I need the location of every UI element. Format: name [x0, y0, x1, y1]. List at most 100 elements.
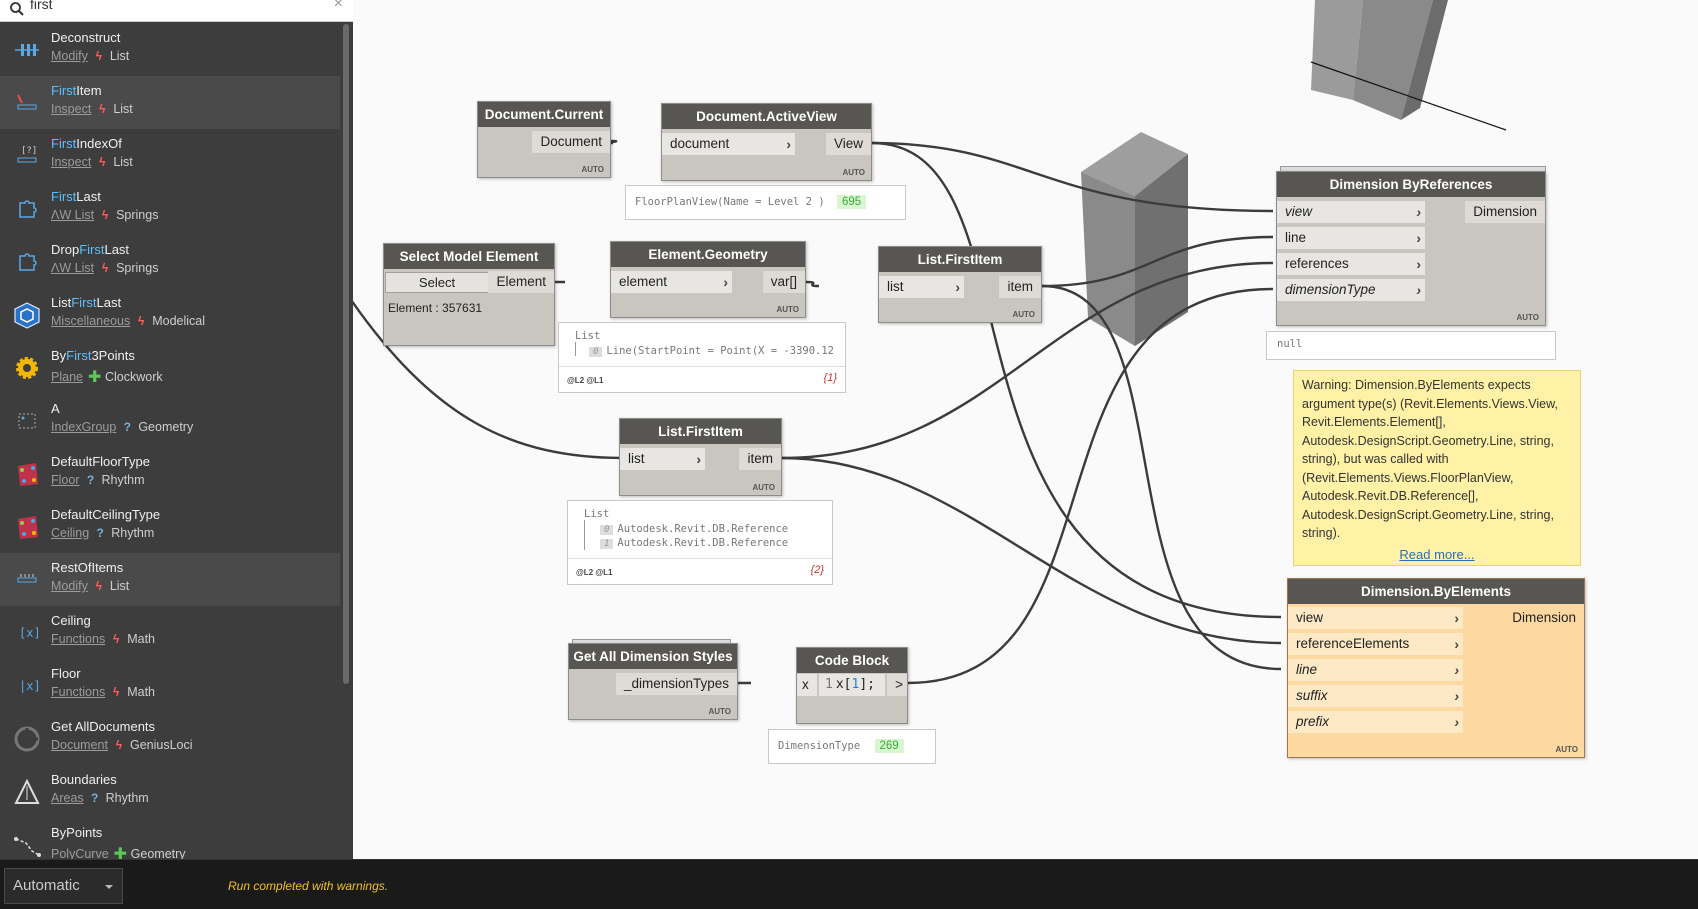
deconstruct-icon [12, 36, 42, 64]
name-suffix: IndexOf [76, 136, 122, 151]
node-dimension-byelements[interactable]: Dimension.ByElements view › referenceElem… [1287, 578, 1585, 758]
create-type-icon: ✚ [113, 846, 128, 859]
library-item-category[interactable]: Miscellaneous [51, 314, 130, 328]
select-button[interactable]: Select [385, 272, 489, 293]
math-ceiling-icon: [x] [12, 619, 42, 647]
name-suffix: Last [104, 242, 130, 257]
input-port-document[interactable]: document › [662, 133, 795, 155]
library-item[interactable]: [x] Ceiling Functions ϟ Math [0, 606, 340, 659]
library-item[interactable]: FirstItem Inspect ϟ List [0, 76, 340, 129]
library-item-category[interactable]: Inspect [51, 155, 91, 169]
library-item-category[interactable]: Floor [51, 473, 79, 487]
library-item-category[interactable]: Modify [51, 579, 88, 593]
library-item-category[interactable]: Areas [51, 791, 84, 805]
clear-search-icon[interactable]: × [334, 0, 343, 13]
lacing-label: AUTO [752, 483, 775, 492]
output-port-document[interactable]: Document [532, 131, 610, 153]
input-port-referenceelements[interactable]: referenceElements › [1288, 633, 1463, 655]
output-port-element[interactable]: Element [488, 271, 554, 293]
math-floor-icon: |x] [12, 672, 42, 700]
library-item-category[interactable]: PolyCurve [51, 847, 109, 859]
library-item-name: DefaultCeilingType [51, 507, 160, 522]
library-item[interactable]: [?] FirstIndexOf Inspect ϟ List [0, 129, 340, 182]
library-item[interactable]: DropFirstLast ΛW List ϟ Springs [0, 235, 340, 288]
output-port-item[interactable]: item [999, 276, 1041, 298]
output-port-var[interactable]: var[] [762, 271, 805, 293]
output-port-dimensiontypes[interactable]: _dimensionTypes [615, 673, 737, 695]
input-port-dimensiontype[interactable]: dimensionType › [1277, 279, 1425, 301]
library-scrollbar[interactable] [343, 24, 349, 684]
input-port-suffix[interactable]: suffix › [1288, 685, 1463, 707]
run-mode-dropdown[interactable]: Automatic [4, 868, 123, 904]
name-suffix: RestOfItems [51, 560, 124, 575]
library-item-category[interactable]: IndexGroup [51, 420, 116, 434]
input-port-line[interactable]: line › [1288, 659, 1463, 681]
library-item-category[interactable]: Plane [51, 370, 83, 384]
code-editor[interactable]: 1 x[1]; [819, 674, 885, 696]
node-code-block[interactable]: Code Block x 1 x[1]; > [796, 647, 908, 724]
node-document-current[interactable]: Document.Current Document AUTO [477, 101, 611, 178]
port-label: view [1285, 204, 1313, 219]
node-document-activeview[interactable]: Document.ActiveView document › View AUTO [661, 103, 872, 181]
library-item-category[interactable]: Functions [51, 632, 105, 646]
library-item-category[interactable]: Functions [51, 685, 105, 699]
search-bar[interactable]: first × [0, 0, 353, 22]
library-item-name: ListFirstLast [51, 295, 121, 310]
library-item[interactable]: ByFirst3Points Plane ✚ Clockwork [0, 341, 340, 394]
input-port-view[interactable]: view › [1288, 607, 1463, 629]
output-port-code[interactable]: > [887, 674, 907, 696]
output-port-item[interactable]: item [739, 448, 781, 470]
read-more-link[interactable]: Read more... [1294, 546, 1580, 565]
library-item[interactable]: Get AllDocuments Document ϟ GeniusLoci [0, 712, 340, 765]
input-port-list[interactable]: list › [879, 276, 964, 298]
library-item[interactable]: Deconstruct Modify ϟ List [0, 23, 340, 76]
preview-item-count: {2} [810, 564, 824, 576]
search-input[interactable]: first [30, 0, 53, 12]
port-label: line [1285, 230, 1307, 245]
library-item[interactable]: Boundaries Areas? Rhythm [0, 765, 340, 818]
node-title: Get All Dimension Styles [569, 644, 737, 669]
node-dimension-byreferences[interactable]: Dimension ByReferences view › line › refer… [1276, 171, 1546, 326]
library-item[interactable]: ByPoints PolyCurve ✚ Geometry [0, 818, 340, 859]
library-item[interactable]: DefaultFloorType Floor? Rhythm [0, 447, 340, 500]
input-port-references[interactable]: references › [1277, 253, 1425, 275]
action-type-icon: ϟ [138, 314, 145, 328]
library-item[interactable]: |x] Floor Functions ϟ Math [0, 659, 340, 712]
name-suffix: Ceiling [51, 613, 91, 628]
library-item-category[interactable]: Inspect [51, 102, 91, 116]
library-item-category[interactable]: ΛW List [51, 208, 94, 222]
input-port-x[interactable]: x [797, 674, 817, 696]
input-port-element[interactable]: element › [611, 271, 732, 293]
library-item[interactable]: A IndexGroup? Geometry [0, 394, 340, 447]
library-item[interactable]: DefaultCeilingType Ceiling? Rhythm [0, 500, 340, 553]
node-list-firstitem-1[interactable]: List.FirstItem list › item AUTO [878, 246, 1042, 323]
output-port-dimension[interactable]: Dimension [1504, 607, 1584, 629]
name-match: First [71, 295, 97, 310]
library-item-category[interactable]: Ceiling [51, 526, 89, 540]
library-item-path: ΛW List ϟ Springs [51, 261, 158, 275]
node-select-model-element[interactable]: Select Model Element Select Element Elem… [383, 243, 555, 346]
input-port-prefix[interactable]: prefix › [1288, 711, 1463, 733]
library-item-path: Inspect ϟ List [51, 102, 133, 116]
output-port-dimension[interactable]: Dimension [1465, 201, 1545, 223]
name-suffix: Boundaries [51, 772, 117, 787]
node-get-all-dimension-styles[interactable]: Get All Dimension Styles _dimensionTypes… [568, 643, 738, 720]
input-port-view[interactable]: view › [1277, 201, 1425, 223]
output-port-view[interactable]: View [825, 133, 871, 155]
library-item-path: PolyCurve ✚ Geometry [51, 844, 186, 859]
library-item[interactable]: RestOfItems Modify ϟ List [0, 553, 340, 606]
node-element-geometry[interactable]: Element.Geometry element › var[] AUTO [610, 241, 806, 318]
library-item-name: A [51, 401, 60, 416]
node-list-firstitem-2[interactable]: List.FirstItem list › item AUTO [619, 418, 782, 496]
library-item-category[interactable]: ΛW List [51, 261, 94, 275]
port-label: view [1296, 610, 1324, 625]
library-item-category[interactable]: Modify [51, 49, 88, 63]
input-port-line[interactable]: line › [1277, 227, 1425, 249]
input-port-list[interactable]: list › [620, 448, 705, 470]
library-item-category[interactable]: Document [51, 738, 108, 752]
graph-canvas[interactable]: Document.Current Document AUTO Document.… [353, 0, 1698, 859]
library-item[interactable]: FirstLast ΛW List ϟ Springs [0, 182, 340, 235]
library-item-name: Get AllDocuments [51, 719, 155, 734]
polycurve-icon [12, 831, 42, 859]
library-item[interactable]: ListFirstLast Miscellaneous ϟ Modelical [0, 288, 340, 341]
